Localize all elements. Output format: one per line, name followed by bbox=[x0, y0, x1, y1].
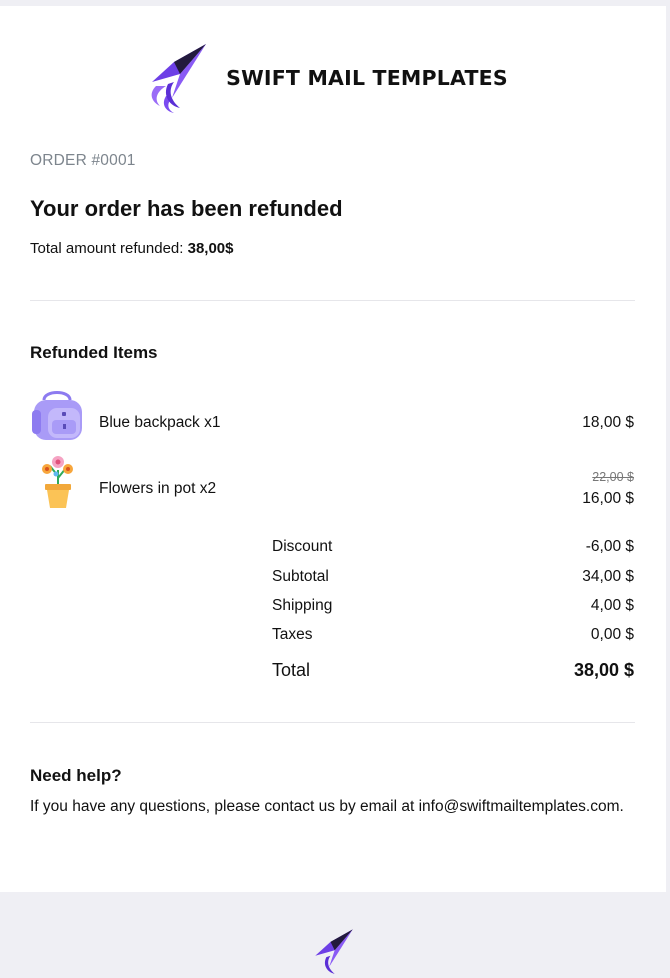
paper-plane-icon bbox=[151, 44, 207, 113]
item-original-price: 22,00 $ bbox=[592, 470, 634, 484]
divider bbox=[30, 300, 635, 301]
help-title: Need help? bbox=[30, 766, 122, 785]
brand-header: SWIFT MAIL TEMPLATES bbox=[0, 40, 666, 116]
subtotal-value: 34,00 $ bbox=[582, 568, 634, 585]
item-name: Blue backpack x1 bbox=[99, 414, 221, 431]
item-price: 16,00 $ bbox=[582, 490, 634, 507]
refund-summary: Total amount refunded: 38,00$ bbox=[30, 240, 234, 257]
help-text: If you have any questions, please contac… bbox=[30, 798, 624, 815]
item-name: Flowers in pot x2 bbox=[99, 480, 217, 497]
refund-label: Total amount refunded: bbox=[30, 240, 188, 257]
subtotal-label: Subtotal bbox=[272, 568, 329, 585]
divider bbox=[30, 722, 635, 723]
refund-amount: 38,00$ bbox=[187, 240, 234, 257]
item-price: 18,00 $ bbox=[582, 414, 634, 431]
footer-paper-plane-icon bbox=[315, 929, 353, 974]
backpack-icon bbox=[32, 391, 82, 440]
list-item: Flowers in pot x2 22,00 $ 16,00 $ bbox=[30, 452, 634, 510]
shipping-label: Shipping bbox=[272, 597, 333, 614]
total-label: Total bbox=[272, 660, 311, 680]
refunded-items-title: Refunded Items bbox=[30, 343, 158, 362]
discount-label: Discount bbox=[272, 538, 333, 555]
list-item: Blue backpack x1 18,00 $ bbox=[30, 386, 634, 444]
potted-flower-icon bbox=[42, 456, 73, 508]
total-value: 38,00 $ bbox=[573, 660, 634, 680]
shipping-value: 4,00 $ bbox=[590, 597, 634, 614]
taxes-value: 0,00 $ bbox=[590, 626, 634, 643]
taxes-label: Taxes bbox=[272, 626, 313, 643]
brand-name: SWIFT MAIL TEMPLATES bbox=[226, 66, 508, 90]
discount-value: -6,00 $ bbox=[585, 538, 634, 555]
order-number: ORDER #0001 bbox=[30, 152, 136, 169]
email-card: SWIFT MAIL TEMPLATES ORDER #0001 Your or… bbox=[0, 6, 666, 892]
page-title: Your order has been refunded bbox=[30, 196, 343, 221]
